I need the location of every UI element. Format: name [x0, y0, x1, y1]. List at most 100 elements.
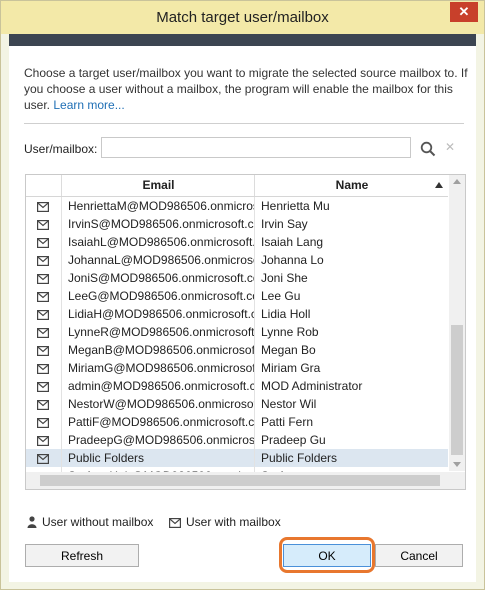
name-cell: Joni She: [254, 269, 448, 287]
name-cell: Isaiah Lang: [254, 233, 448, 251]
name-cell: Irvin Say: [254, 215, 448, 233]
row-type-cell: [26, 431, 61, 449]
cancel-button[interactable]: Cancel: [375, 544, 463, 567]
email-cell: NestorW@MOD986506.onmicrosoft.com: [61, 395, 254, 413]
legend-user-with-mailbox-label: User with mailbox: [186, 515, 281, 529]
row-type-cell: [26, 197, 61, 215]
row-type-cell: [26, 341, 61, 359]
vertical-scroll-thumb[interactable]: [451, 325, 463, 455]
name-cell: Henrietta Mu: [254, 197, 448, 215]
email-cell: MiriamG@MOD986506.onmicrosoft.com: [61, 359, 254, 377]
table-row[interactable]: MiriamG@MOD986506.onmicrosoft.comMiriam …: [26, 359, 448, 377]
learn-more-link[interactable]: Learn more...: [53, 98, 124, 112]
email-cell: MeganB@MOD986506.onmicrosoft.com: [61, 341, 254, 359]
legend-user-with-mailbox: User with mailbox: [169, 515, 281, 529]
email-cell: PradeepG@MOD986506.onmicrosoft.com: [61, 431, 254, 449]
row-type-cell: [26, 251, 61, 269]
table-row[interactable]: HenriettaM@MOD986506.onmicrosoft.comHenr…: [26, 197, 448, 215]
search-icon[interactable]: [420, 141, 436, 157]
refresh-button[interactable]: Refresh: [25, 544, 139, 567]
mailbox-icon: [37, 310, 49, 320]
mailbox-icon: [37, 274, 49, 284]
mailbox-icon: [37, 346, 49, 356]
email-cell: IrvinS@MOD986506.onmicrosoft.com: [61, 215, 254, 233]
table-row[interactable]: Public Folders Public Folders: [26, 449, 448, 467]
ok-button[interactable]: OK: [283, 544, 371, 567]
grid-header: Email Name: [26, 175, 448, 197]
horizontal-scrollbar[interactable]: [26, 472, 465, 489]
user-icon: [27, 516, 37, 528]
table-row[interactable]: MeganB@MOD986506.onmicrosoft.comMegan Bo: [26, 341, 448, 359]
divider: [24, 123, 464, 124]
row-type-cell: [26, 359, 61, 377]
email-cell: admin@MOD986506.onmicrosoft.com: [61, 377, 254, 395]
table-row[interactable]: PradeepG@MOD986506.onmicrosoft.comPradee…: [26, 431, 448, 449]
row-type-cell: [26, 287, 61, 305]
sort-ascending-icon: [435, 182, 443, 188]
table-row[interactable]: NestorW@MOD986506.onmicrosoft.comNestor …: [26, 395, 448, 413]
table-row[interactable]: JohannaL@MOD986506.onmicrosoft.comJohann…: [26, 251, 448, 269]
legend-user-without-mailbox-label: User without mailbox: [42, 515, 154, 529]
mailbox-icon: [37, 436, 49, 446]
table-row[interactable]: JoniS@MOD986506.onmicrosoft.com Joni She: [26, 269, 448, 287]
grid-rows: HenriettaM@MOD986506.onmicrosoft.comHenr…: [26, 197, 448, 485]
row-type-cell: [26, 449, 61, 467]
window-title: Match target user/mailbox: [156, 9, 329, 26]
name-cell: Pradeep Gu: [254, 431, 448, 449]
row-type-cell: [26, 413, 61, 431]
mailbox-icon: [37, 220, 49, 230]
table-row[interactable]: IrvinS@MOD986506.onmicrosoft.com Irvin Sa…: [26, 215, 448, 233]
mailbox-icon: [37, 454, 49, 464]
scroll-down-icon[interactable]: [453, 462, 461, 467]
name-cell: Patti Fern: [254, 413, 448, 431]
name-cell: Lee Gu: [254, 287, 448, 305]
close-button[interactable]: ✕: [450, 2, 478, 22]
scroll-up-icon[interactable]: [453, 179, 461, 184]
email-cell: PattiF@MOD986506.onmicrosoft.com: [61, 413, 254, 431]
email-cell: Public Folders: [61, 449, 254, 467]
vertical-scrollbar[interactable]: [449, 175, 465, 471]
column-header-name[interactable]: Name: [254, 175, 449, 196]
column-header-email[interactable]: Email: [61, 175, 255, 196]
name-cell: MOD Administrator: [254, 377, 448, 395]
search-label: User/mailbox:: [24, 142, 98, 156]
name-cell: Lidia Holl: [254, 305, 448, 323]
table-row[interactable]: PattiF@MOD986506.onmicrosoft.com Patti Fe…: [26, 413, 448, 431]
mailbox-icon: [37, 382, 49, 392]
table-row[interactable]: LynneR@MOD986506.onmicrosoft.comLynne Ro…: [26, 323, 448, 341]
search-input[interactable]: [101, 137, 411, 158]
name-cell: Public Folders: [254, 449, 448, 467]
table-row[interactable]: LidiaH@MOD986506.onmicrosoft.com Lidia Ho…: [26, 305, 448, 323]
row-type-cell: [26, 323, 61, 341]
email-cell: LeeG@MOD986506.onmicrosoft.com: [61, 287, 254, 305]
row-type-cell: [26, 233, 61, 251]
table-row[interactable]: LeeG@MOD986506.onmicrosoft.com Lee Gu: [26, 287, 448, 305]
name-cell: Megan Bo: [254, 341, 448, 359]
name-cell: Miriam Gra: [254, 359, 448, 377]
mailbox-grid: Email Name HenriettaM@MOD986506.onmicros…: [25, 174, 466, 490]
row-type-cell: [26, 305, 61, 323]
table-row[interactable]: IsaiahL@MOD986506.onmicrosoft.comIsaiah …: [26, 233, 448, 251]
mailbox-icon: [37, 364, 49, 374]
horizontal-scroll-thumb[interactable]: [40, 475, 440, 486]
description: Choose a target user/mailbox you want to…: [24, 65, 469, 113]
mailbox-icon: [37, 256, 49, 266]
row-type-cell: [26, 269, 61, 287]
dialog-body: Choose a target user/mailbox you want to…: [9, 34, 476, 582]
table-row[interactable]: admin@MOD986506.onmicrosoft.com MOD Admin…: [26, 377, 448, 395]
header-band: [9, 34, 476, 46]
row-type-cell: [26, 215, 61, 233]
mailbox-icon: [37, 238, 49, 248]
email-cell: LynneR@MOD986506.onmicrosoft.com: [61, 323, 254, 341]
email-cell: JoniS@MOD986506.onmicrosoft.com: [61, 269, 254, 287]
mailbox-icon: [37, 400, 49, 410]
dialog-window: Match target user/mailbox ✕ Choose a tar…: [0, 0, 485, 590]
row-type-cell: [26, 377, 61, 395]
title-bar[interactable]: Match target user/mailbox ✕: [1, 1, 484, 34]
email-cell: HenriettaM@MOD986506.onmicrosoft.com: [61, 197, 254, 215]
legend-user-without-mailbox: User without mailbox: [27, 515, 153, 529]
mailbox-icon: [169, 518, 182, 529]
column-header-name-label: Name: [335, 178, 369, 192]
mailbox-icon: [37, 328, 49, 338]
clear-icon[interactable]: ✕: [445, 140, 457, 156]
